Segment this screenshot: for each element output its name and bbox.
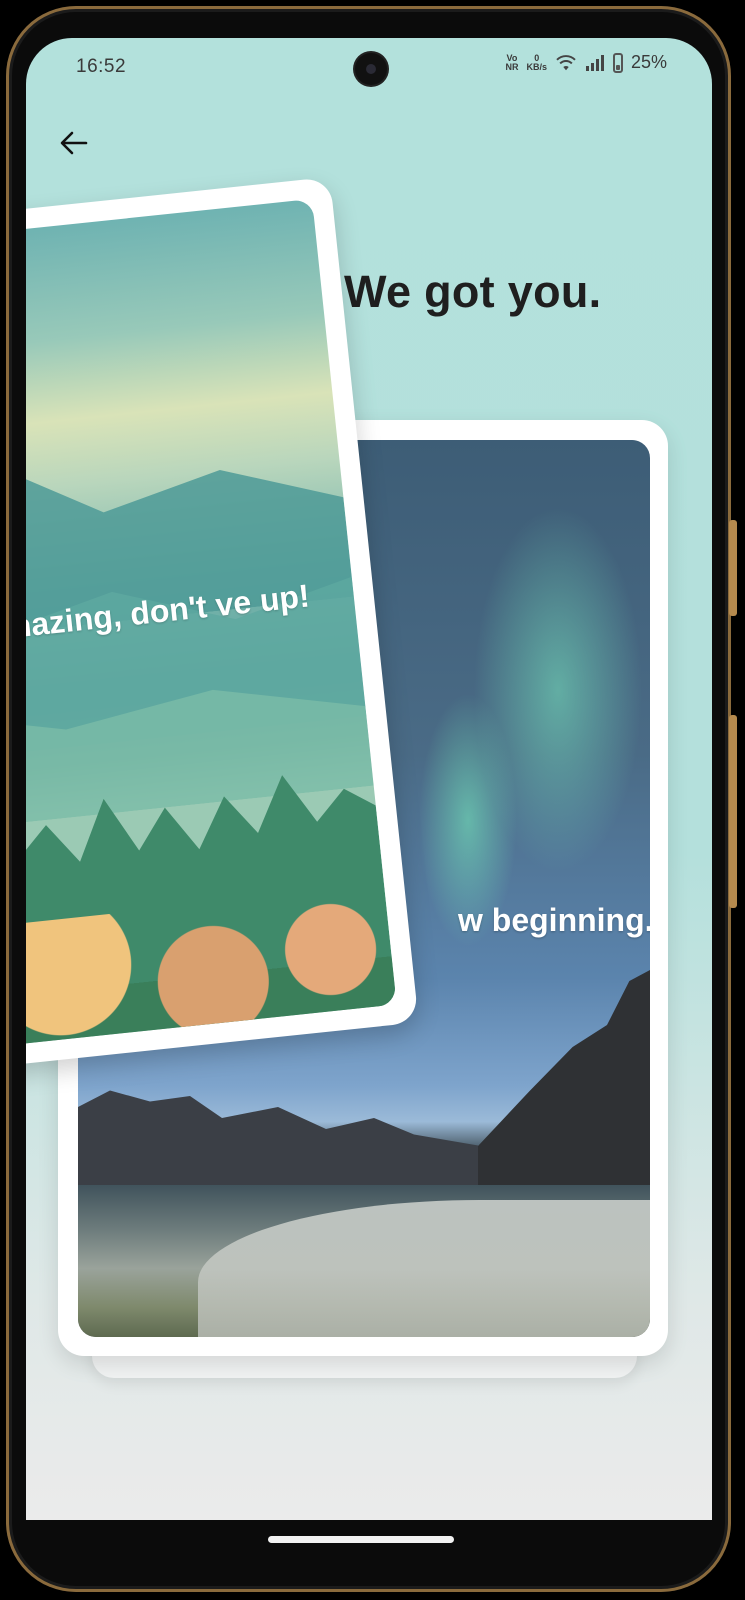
front-camera [355, 53, 387, 85]
network-speed: 0 KB/s [526, 52, 547, 72]
home-gesture-bar[interactable] [268, 1536, 454, 1543]
volume-button [729, 520, 737, 616]
battery-icon [612, 52, 623, 73]
volte-indicator: Vo NR [505, 52, 519, 72]
status-time: 16:52 [76, 56, 127, 77]
back-button[interactable] [54, 123, 94, 163]
forest-image: amazing, don't ve up! [26, 198, 397, 1068]
card-text: w beginning. [458, 902, 650, 938]
status-bar: 16:52 Vo NR 0 KB/s 25% [26, 38, 712, 98]
wifi-icon [556, 54, 576, 70]
battery-percent: 25% [630, 52, 667, 72]
signal-icon [585, 54, 604, 71]
page-title: We got you. [344, 266, 602, 317]
status-icons: Vo NR 0 KB/s 25% [505, 52, 667, 73]
power-button [729, 715, 737, 908]
arrow-left-icon [60, 131, 88, 155]
app-screen: 16:52 Vo NR 0 KB/s 25% We got you. w beg… [26, 38, 712, 1520]
